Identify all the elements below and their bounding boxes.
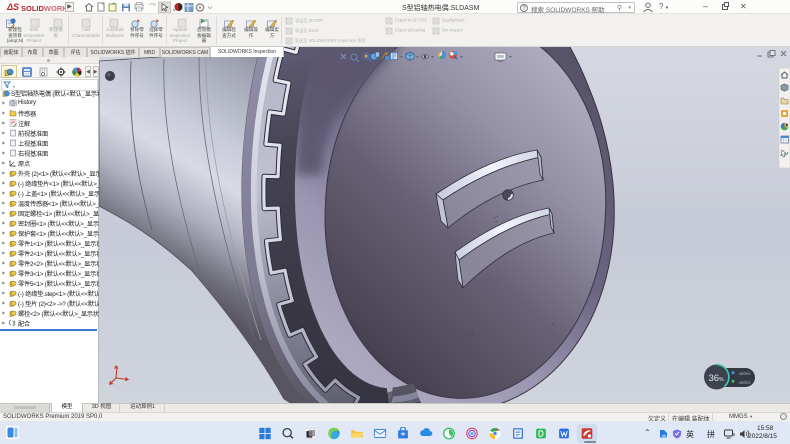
svg-text:wkb/s: wkb/s [739, 371, 751, 376]
svg-text:wkb/s: wkb/s [739, 380, 751, 385]
